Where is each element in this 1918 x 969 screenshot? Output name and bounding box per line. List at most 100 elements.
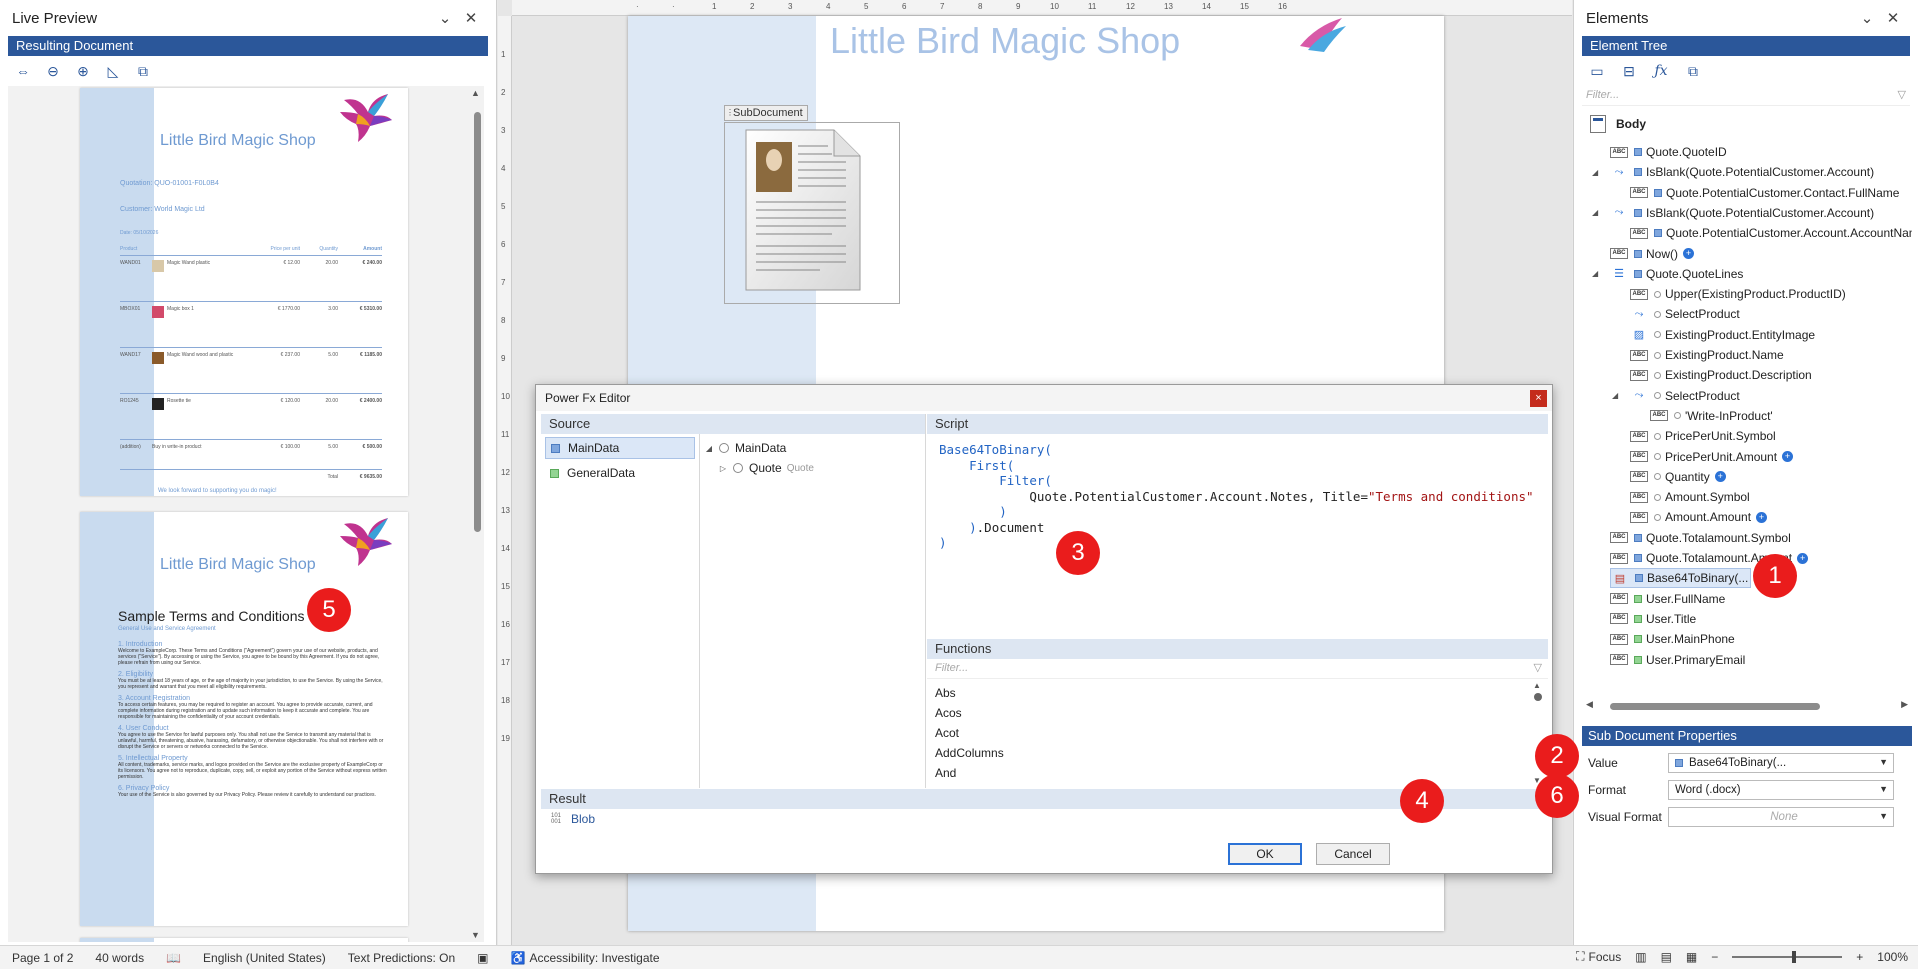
tree-node[interactable]: ABC 'Write-InProduct'	[1650, 406, 1773, 426]
focus-mode[interactable]: ⛶ Focus	[1576, 949, 1621, 964]
tree-node[interactable]: ◢ ⤳ IsBlank(Quote.PotentialCustomer.Accoun…	[1592, 203, 1874, 223]
tree-node[interactable]: ABC Upper(ExistingProduct.ProductID)	[1630, 284, 1846, 304]
zoom-slider-thumb[interactable]	[1792, 950, 1797, 963]
zoom-level[interactable]: 100%	[1877, 950, 1908, 964]
copy-icon[interactable]: ⧉	[1682, 60, 1704, 82]
function-item[interactable]: Acos	[935, 703, 1540, 723]
tree-node[interactable]: ABC User.FullName	[1610, 589, 1725, 609]
chevron-down-icon[interactable]: ⌄	[1854, 9, 1880, 27]
web-layout-icon[interactable]: ▦	[1686, 950, 1697, 964]
subdocument-tag[interactable]: ⋮ SubDocument	[724, 105, 808, 121]
scrollbar-thumb[interactable]	[1610, 703, 1820, 710]
format-plus-icon[interactable]: +	[1782, 451, 1794, 462]
tree-node[interactable]: ⤳ SelectProduct	[1630, 304, 1740, 324]
cancel-button[interactable]: Cancel	[1316, 843, 1390, 865]
tree-node[interactable]: ABC User.Title	[1610, 609, 1696, 629]
visual-format-select[interactable]: None ▼	[1668, 807, 1894, 827]
close-icon[interactable]: ✕	[1880, 9, 1906, 27]
horizontal-ruler[interactable]: · · 1 2 3 4 5 6 7 8 9 10 11 12 13 14 15 16	[512, 0, 1572, 16]
expanded-arrow-icon[interactable]: ◢	[1612, 391, 1618, 400]
print-layout-icon[interactable]: ▤	[1661, 950, 1672, 964]
tree-horizontal-scrollbar[interactable]: ◀ ▶	[1582, 699, 1912, 712]
collapsed-arrow-icon[interactable]: ▷	[717, 464, 729, 473]
tree-node[interactable]: ABC ExistingProduct.Description	[1630, 365, 1812, 385]
format-select[interactable]: Word (.docx) ▼	[1668, 780, 1894, 800]
format-plus-icon[interactable]: +	[1714, 471, 1726, 483]
status-words[interactable]: 40 words	[95, 951, 144, 965]
tree-node-quote[interactable]: ▷ Quote Quote	[703, 458, 923, 478]
tree-node[interactable]: ABC Quote.PotentialCustomer.Contact.FullN…	[1630, 183, 1899, 203]
format-plus-icon[interactable]: +	[1756, 511, 1768, 523]
tree-node-maindata[interactable]: ◢ MainData	[703, 438, 923, 458]
scrollbar-thumb[interactable]	[1534, 693, 1542, 701]
tree-node[interactable]: ABC PricePerUnit.Symbol	[1630, 426, 1776, 446]
expanded-arrow-icon[interactable]: ◢	[703, 444, 715, 453]
status-page[interactable]: Page 1 of 2	[12, 951, 73, 965]
preview-scrollbar[interactable]: ▲ ▼	[470, 86, 484, 942]
drag-handle-icon[interactable]: ⋮	[726, 106, 734, 120]
tree-node[interactable]: ABC Quote.Totalamount.Symbol	[1610, 528, 1791, 548]
source-item-generaldata[interactable]: GeneralData	[545, 462, 695, 484]
function-item[interactable]: AddColumns	[935, 743, 1540, 763]
tree-node[interactable]: ABC Amount.Symbol	[1630, 487, 1750, 507]
chevron-down-icon[interactable]: ⌄	[432, 9, 458, 27]
tree-node[interactable]: ABC User.PrimaryEmail	[1610, 650, 1745, 670]
elements-filter-input[interactable]: Filter... ▽	[1582, 86, 1910, 106]
functions-filter-input[interactable]: Filter... ▽	[927, 659, 1548, 679]
tree-node[interactable]: ▤ Base64ToBinary(...	[1610, 568, 1752, 589]
scroll-right-icon[interactable]: ▶	[1901, 699, 1908, 710]
tree-node[interactable]: ◢ ⤳ IsBlank(Quote.PotentialCustomer.Accoun…	[1592, 162, 1874, 182]
vertical-ruler[interactable]: 1 2 3 4 5 6 7 8 9 10 11 12 13 14 15 16 17 18 19	[498, 16, 512, 945]
tree-node-body[interactable]: Body	[1590, 114, 1646, 134]
tree-node[interactable]: ABC PricePerUnit.Amount +	[1630, 447, 1794, 467]
zoom-out-icon[interactable]: ⊖	[42, 60, 64, 82]
close-button[interactable]: ×	[1530, 389, 1547, 407]
format-plus-icon[interactable]: +	[1797, 552, 1809, 564]
tree-node[interactable]: ABC ExistingProduct.Name	[1630, 345, 1784, 365]
status-predictions[interactable]: Text Predictions: On	[348, 951, 455, 965]
proofing-icon[interactable]: 📖	[166, 951, 181, 965]
tree-node[interactable]: ABC Quote.QuoteID	[1610, 142, 1727, 162]
dialog-titlebar[interactable]: Power Fx Editor ×	[536, 385, 1552, 411]
scroll-down-icon[interactable]: ▼	[471, 930, 480, 940]
function-item[interactable]: Acot	[935, 723, 1540, 743]
pop-out-icon[interactable]: ⧉	[132, 60, 154, 82]
fit-width-icon[interactable]: ⇔	[12, 60, 34, 82]
formula-icon[interactable]: ƒx	[1650, 60, 1672, 82]
read-mode-icon[interactable]: ▥	[1635, 950, 1646, 964]
status-language[interactable]: English (United States)	[203, 951, 326, 965]
tree-node[interactable]: ABC Amount.Amount +	[1630, 507, 1768, 527]
scrollbar-thumb[interactable]	[474, 112, 481, 532]
expanded-arrow-icon[interactable]: ◢	[1592, 269, 1598, 278]
add-element-icon[interactable]: ▭	[1586, 60, 1608, 82]
zoom-out-button[interactable]: −	[1711, 950, 1718, 964]
ok-button[interactable]: OK	[1228, 843, 1302, 865]
source-item-maindata[interactable]: MainData	[545, 437, 695, 459]
zoom-in-button[interactable]: +	[1856, 950, 1863, 964]
zoom-in-icon[interactable]: ⊕	[72, 60, 94, 82]
scroll-left-icon[interactable]: ◀	[1586, 699, 1593, 710]
expanded-arrow-icon[interactable]: ◢	[1592, 168, 1598, 177]
tree-node[interactable]: ◢ ☰ Quote.QuoteLines	[1592, 264, 1743, 284]
zoom-slider[interactable]	[1732, 950, 1843, 963]
function-item[interactable]: Abs	[935, 683, 1540, 703]
status-accessibility[interactable]: ♿ Accessibility: Investigate	[511, 951, 660, 965]
tree-node[interactable]: ◢ ⤳ SelectProduct	[1612, 386, 1740, 406]
ruler-icon[interactable]: ◺	[102, 60, 124, 82]
function-item[interactable]: And	[935, 763, 1540, 783]
dropdown-arrow-icon[interactable]: ▼	[1879, 757, 1888, 767]
expanded-arrow-icon[interactable]: ◢	[1592, 208, 1598, 217]
dropdown-arrow-icon[interactable]: ▼	[1879, 811, 1888, 821]
close-icon[interactable]: ✕	[458, 9, 484, 27]
script-editor[interactable]: Base64ToBinary( First( Filter( Quote.Pot…	[927, 434, 1548, 559]
tree-node[interactable]: ABC Quote.PotentialCustomer.Account.Accou…	[1630, 223, 1912, 243]
format-plus-icon[interactable]: +	[1683, 248, 1694, 259]
scroll-up-icon[interactable]: ▲	[1533, 681, 1541, 690]
preview-scroll-area[interactable]: Little Bird Magic Shop Quotation: QUO-01…	[8, 86, 484, 942]
macro-icon[interactable]: ▣	[477, 951, 488, 965]
tree-node[interactable]: ▨ ExistingProduct.EntityImage	[1630, 325, 1815, 345]
dropdown-arrow-icon[interactable]: ▼	[1879, 784, 1888, 794]
tree-node[interactable]: ABC Quantity +	[1630, 467, 1726, 487]
remove-element-icon[interactable]: ⊟	[1618, 60, 1640, 82]
tree-node[interactable]: ABC User.MainPhone	[1610, 629, 1735, 649]
